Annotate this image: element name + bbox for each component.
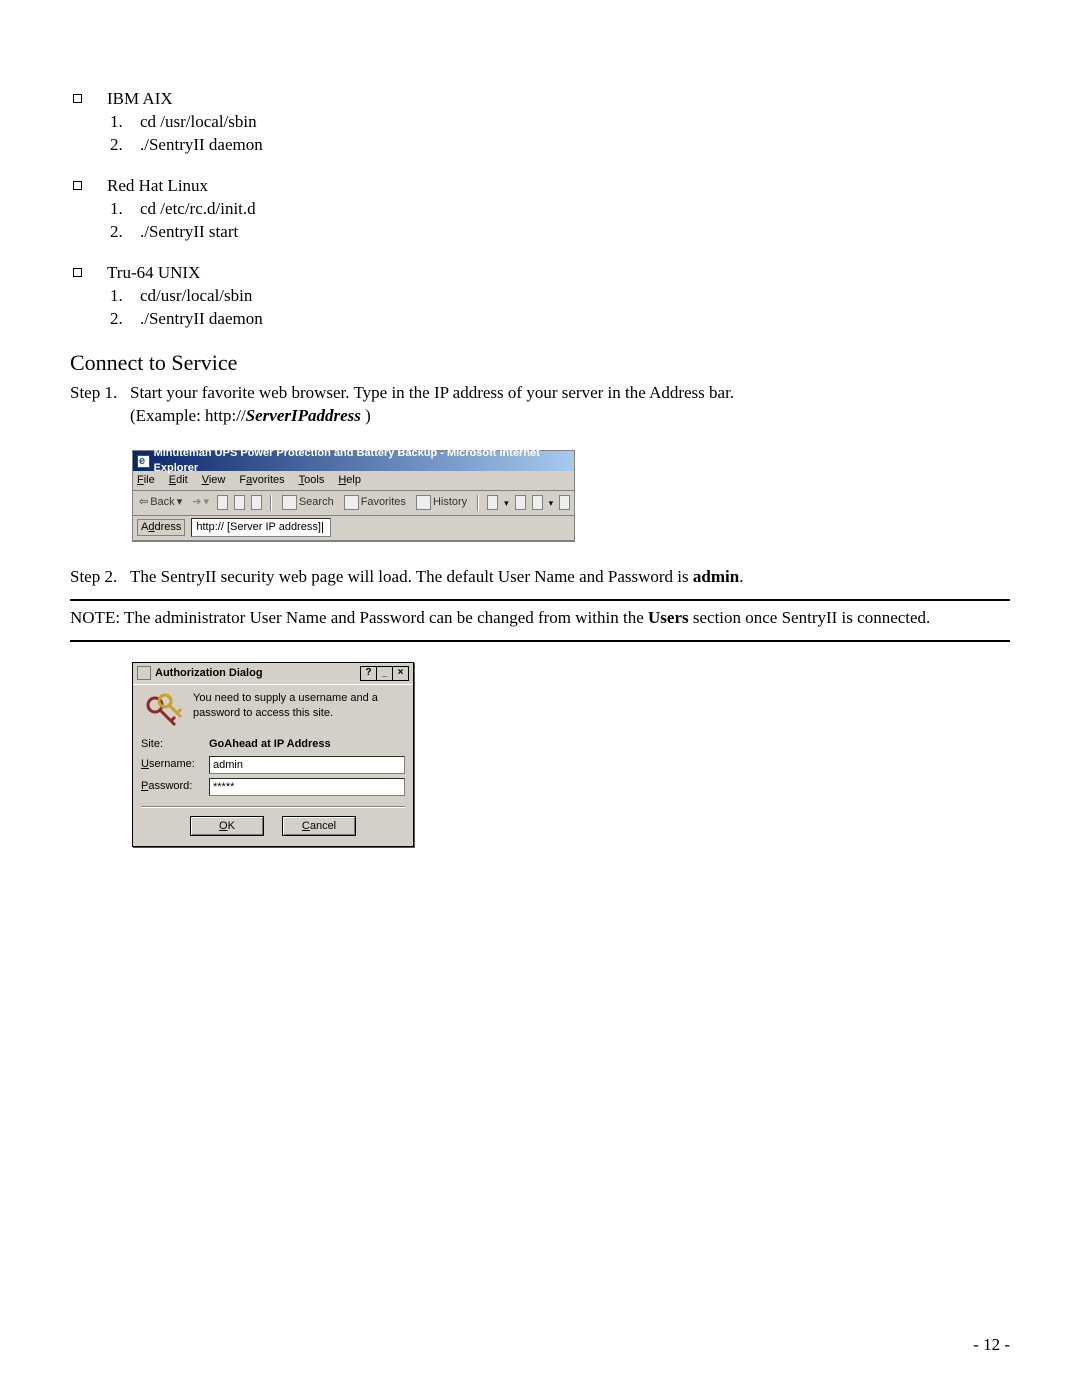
step-text: Start your favorite web browser. Type in… — [130, 382, 1010, 405]
command-text: ./SentryII start — [140, 221, 238, 244]
username-label: Username: — [141, 757, 209, 772]
bullet-icon — [70, 262, 107, 285]
forward-arrow-icon: ➔ — [192, 495, 201, 510]
auth-dialog-title: Authorization Dialog — [155, 666, 263, 681]
toolbar-separator — [477, 495, 479, 511]
command-text: ./SentryII daemon — [140, 134, 263, 157]
command-text: cd/usr/local/sbin — [140, 285, 252, 308]
step-example: (Example: http://ServerIPaddress ) — [130, 405, 1010, 428]
os-name: IBM AIX — [107, 88, 1010, 111]
list-number: 2. — [110, 221, 140, 244]
ie-title-text: Minuteman UPS Power Protection and Batte… — [154, 446, 570, 476]
ie-browser-window: Minuteman UPS Power Protection and Batte… — [132, 450, 575, 542]
os-name: Red Hat Linux — [107, 175, 1010, 198]
ie-menu-view[interactable]: View — [202, 473, 226, 488]
toolbar-separator — [270, 495, 272, 511]
password-input[interactable]: ***** — [209, 778, 405, 796]
username-input[interactable]: admin — [209, 756, 405, 774]
os-name: Tru-64 UNIX — [107, 262, 1010, 285]
site-label: Site: — [141, 737, 209, 752]
dropdown-arrow-icon: ▾ — [177, 495, 183, 510]
step-label: Step 2. — [70, 566, 130, 589]
dropdown-arrow-icon: ▾ — [203, 495, 209, 510]
close-button[interactable]: × — [392, 666, 409, 681]
ie-menu-favorites[interactable]: Favorites — [239, 473, 284, 488]
step-text: The SentryII security web page will load… — [130, 566, 1010, 589]
ie-search-button[interactable]: Search — [280, 495, 336, 510]
note-text: NOTE: The administrator User Name and Pa… — [70, 607, 1010, 630]
ie-menu-edit[interactable]: Edit — [169, 473, 188, 488]
horizontal-rule — [70, 599, 1010, 601]
back-arrow-icon: ⇦ — [139, 495, 148, 510]
ie-menu-file[interactable]: File — [137, 473, 155, 488]
ie-address-label: Address — [137, 519, 185, 536]
help-button[interactable]: ? — [360, 666, 377, 681]
dropdown-arrow-icon: ▾ — [549, 497, 554, 509]
dialog-separator — [141, 806, 405, 808]
ie-titlebar: Minuteman UPS Power Protection and Batte… — [133, 451, 574, 471]
minimize-button[interactable]: _ — [376, 666, 393, 681]
auth-dialog-message: You need to supply a username and a pass… — [193, 691, 405, 721]
ie-menu-help[interactable]: Help — [338, 473, 361, 488]
dropdown-arrow-icon: ▾ — [504, 497, 509, 509]
history-icon — [416, 495, 431, 510]
list-number: 2. — [110, 308, 140, 331]
bullet-icon — [70, 88, 107, 111]
auth-dialog-titlebar: Authorization Dialog ? _ × — [133, 663, 413, 685]
command-text: cd /usr/local/sbin — [140, 111, 257, 134]
ie-toolbar: ⇦ Back ▾ ➔ ▾ Search Favorites History ▾ … — [133, 491, 574, 516]
cancel-button[interactable]: Cancel — [282, 816, 356, 836]
auth-dialog: Authorization Dialog ? _ × — [132, 662, 414, 847]
favorites-icon — [344, 495, 359, 510]
ok-button[interactable]: OK — [190, 816, 264, 836]
page-number: - 12 - — [973, 1334, 1010, 1357]
site-value: GoAhead at IP Address — [209, 737, 331, 752]
section-heading: Connect to Service — [70, 348, 1010, 378]
ie-forward-button[interactable]: ➔ ▾ — [190, 495, 211, 510]
ie-discuss-icon[interactable] — [559, 495, 570, 510]
ie-logo-icon — [137, 455, 150, 468]
list-number: 2. — [110, 134, 140, 157]
ie-menu-tools[interactable]: Tools — [299, 473, 325, 488]
ie-history-button[interactable]: History — [414, 495, 469, 510]
keys-icon — [141, 691, 187, 731]
ie-word-icon[interactable] — [532, 495, 543, 510]
ie-addressbar: Address http:// [Server IP address] — [133, 516, 574, 540]
step-label: Step 1. — [70, 382, 130, 405]
command-text: cd /etc/rc.d/init.d — [140, 198, 256, 221]
list-number: 1. — [110, 111, 140, 134]
text-caret-icon — [322, 522, 323, 533]
horizontal-rule — [70, 640, 1010, 642]
ie-home-icon[interactable] — [251, 495, 262, 510]
search-icon — [282, 495, 297, 510]
ie-favorites-button[interactable]: Favorites — [342, 495, 408, 510]
bullet-icon — [70, 175, 107, 198]
password-label: Password: — [141, 779, 209, 794]
ie-stop-icon[interactable] — [217, 495, 228, 510]
list-number: 1. — [110, 285, 140, 308]
dialog-app-icon — [137, 666, 151, 680]
ie-refresh-icon[interactable] — [234, 495, 245, 510]
ie-back-button[interactable]: ⇦ Back ▾ — [137, 495, 184, 510]
list-number: 1. — [110, 198, 140, 221]
ie-print-icon[interactable] — [515, 495, 526, 510]
ie-mail-icon[interactable] — [487, 495, 498, 510]
command-text: ./SentryII daemon — [140, 308, 263, 331]
ie-address-input[interactable]: http:// [Server IP address] — [191, 518, 331, 537]
